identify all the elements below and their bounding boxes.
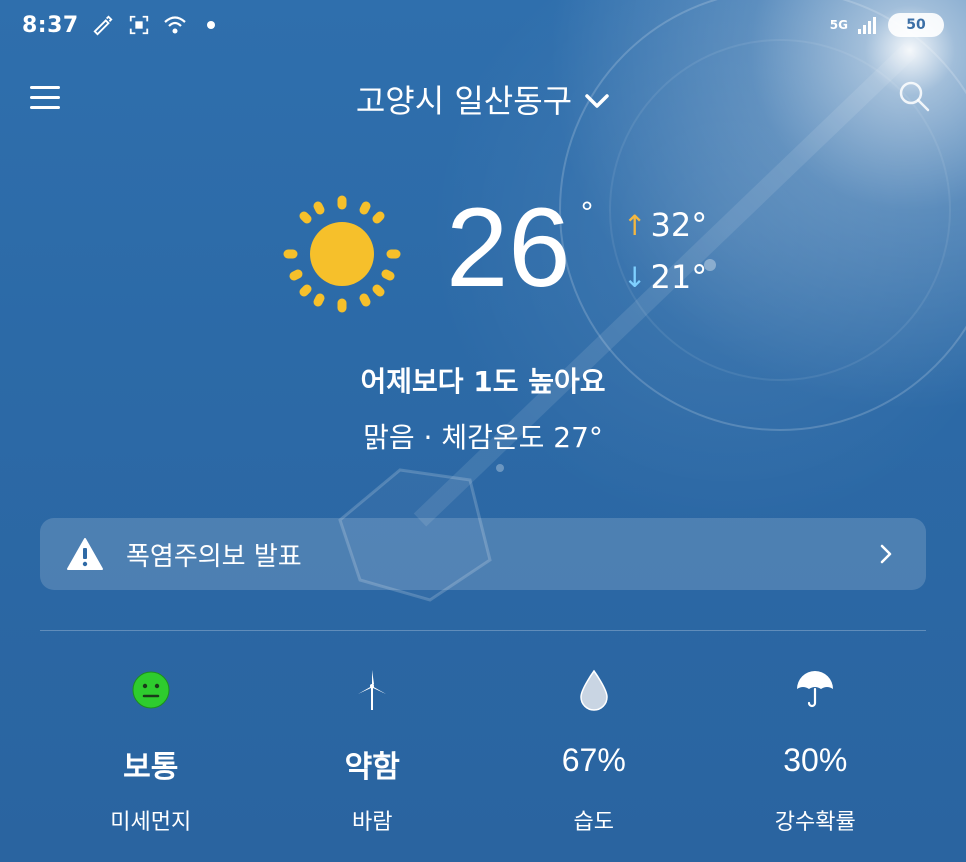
weather-alert-card[interactable]: 폭염주의보 발표 bbox=[40, 518, 926, 590]
compare-yesterday-text: 어제보다 1도 높아요 bbox=[360, 365, 606, 398]
stat-precipitation[interactable]: 30% 강수확률 bbox=[705, 660, 927, 860]
condition-text: 맑음 · 체감온도 27° bbox=[363, 421, 603, 454]
screenshot-icon bbox=[127, 13, 151, 37]
alert-text: 폭염주의보 발표 bbox=[126, 541, 302, 572]
stat-value: 67% bbox=[561, 742, 626, 778]
neutral-face-icon bbox=[132, 671, 170, 709]
stat-label: 습도 bbox=[573, 810, 614, 835]
high-temperature: ↑ 32° bbox=[623, 206, 707, 244]
chevron-down-icon bbox=[584, 80, 610, 118]
degree-symbol: ° bbox=[580, 196, 594, 229]
low-temperature: ↓ 21° bbox=[623, 258, 707, 296]
stat-value: 보통 bbox=[123, 750, 179, 785]
signal-icon bbox=[856, 13, 880, 37]
arrow-down-icon: ↓ bbox=[623, 260, 647, 294]
notification-dot-icon bbox=[199, 13, 223, 37]
stat-fine-dust[interactable]: 보통 미세먼지 bbox=[40, 660, 262, 860]
high-temperature-value: 32° bbox=[650, 206, 708, 244]
location-name: 고양시 일산동구 bbox=[355, 82, 573, 120]
status-time: 8:37 bbox=[22, 12, 79, 38]
current-temperature: 26 bbox=[446, 185, 571, 310]
divider bbox=[40, 630, 926, 631]
chevron-right-icon bbox=[880, 544, 892, 564]
wifi-icon bbox=[163, 13, 187, 37]
status-bar: 8:37 5G 50 bbox=[0, 0, 966, 50]
sun-icon bbox=[283, 195, 401, 313]
battery-indicator: 50 bbox=[888, 13, 944, 37]
stat-value: 30% bbox=[783, 742, 848, 778]
stat-label: 강수확률 bbox=[774, 810, 856, 835]
location-selector[interactable]: 고양시 일산동구 bbox=[0, 76, 966, 122]
water-drop-icon bbox=[579, 669, 608, 711]
search-button[interactable] bbox=[896, 78, 940, 122]
arrow-up-icon: ↑ bbox=[623, 208, 647, 242]
stat-humidity[interactable]: 67% 습도 bbox=[483, 660, 705, 860]
weather-stats: 보통 미세먼지 약함 바람 67% 습도 30% 강수확률 bbox=[40, 660, 926, 860]
stat-label: 미세먼지 bbox=[110, 810, 192, 835]
warning-icon bbox=[67, 538, 103, 570]
low-temperature-value: 21° bbox=[650, 258, 708, 296]
network-type: 5G bbox=[829, 18, 848, 32]
top-bar: 고양시 일산동구 bbox=[0, 68, 966, 128]
search-icon bbox=[899, 81, 930, 112]
umbrella-icon bbox=[797, 671, 834, 708]
stat-label: 바람 bbox=[352, 810, 393, 835]
pen-icon bbox=[91, 13, 115, 37]
stat-wind[interactable]: 약함 바람 bbox=[262, 660, 484, 860]
wind-turbine-icon bbox=[358, 670, 387, 710]
stat-value: 약함 bbox=[344, 750, 400, 785]
